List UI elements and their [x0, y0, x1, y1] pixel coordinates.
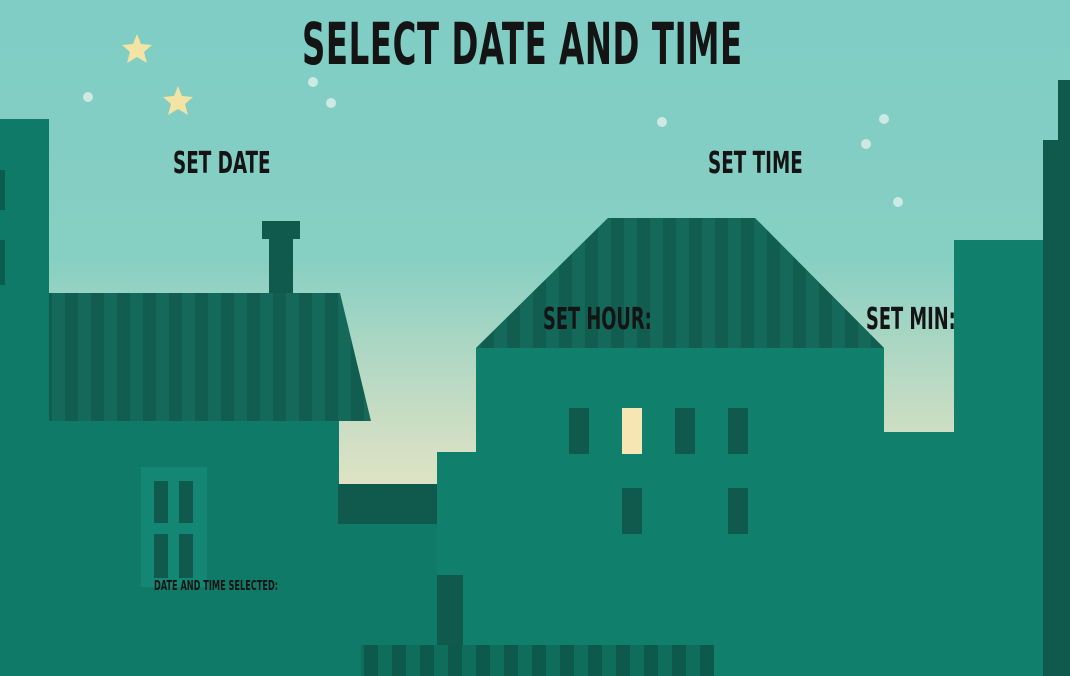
date-time-selected-label: DATE AND TIME SELECTED: [154, 579, 279, 594]
page-title: SELECT DATE AND TIME [302, 10, 743, 78]
set-hour-label: SET HOUR: [543, 302, 652, 337]
set-time-label: SET TIME [708, 146, 803, 181]
night-city-background [0, 0, 1070, 676]
set-date-label: SET DATE [173, 146, 271, 181]
lit-window [622, 408, 642, 454]
set-minute-label: SET MIN: [866, 302, 956, 337]
